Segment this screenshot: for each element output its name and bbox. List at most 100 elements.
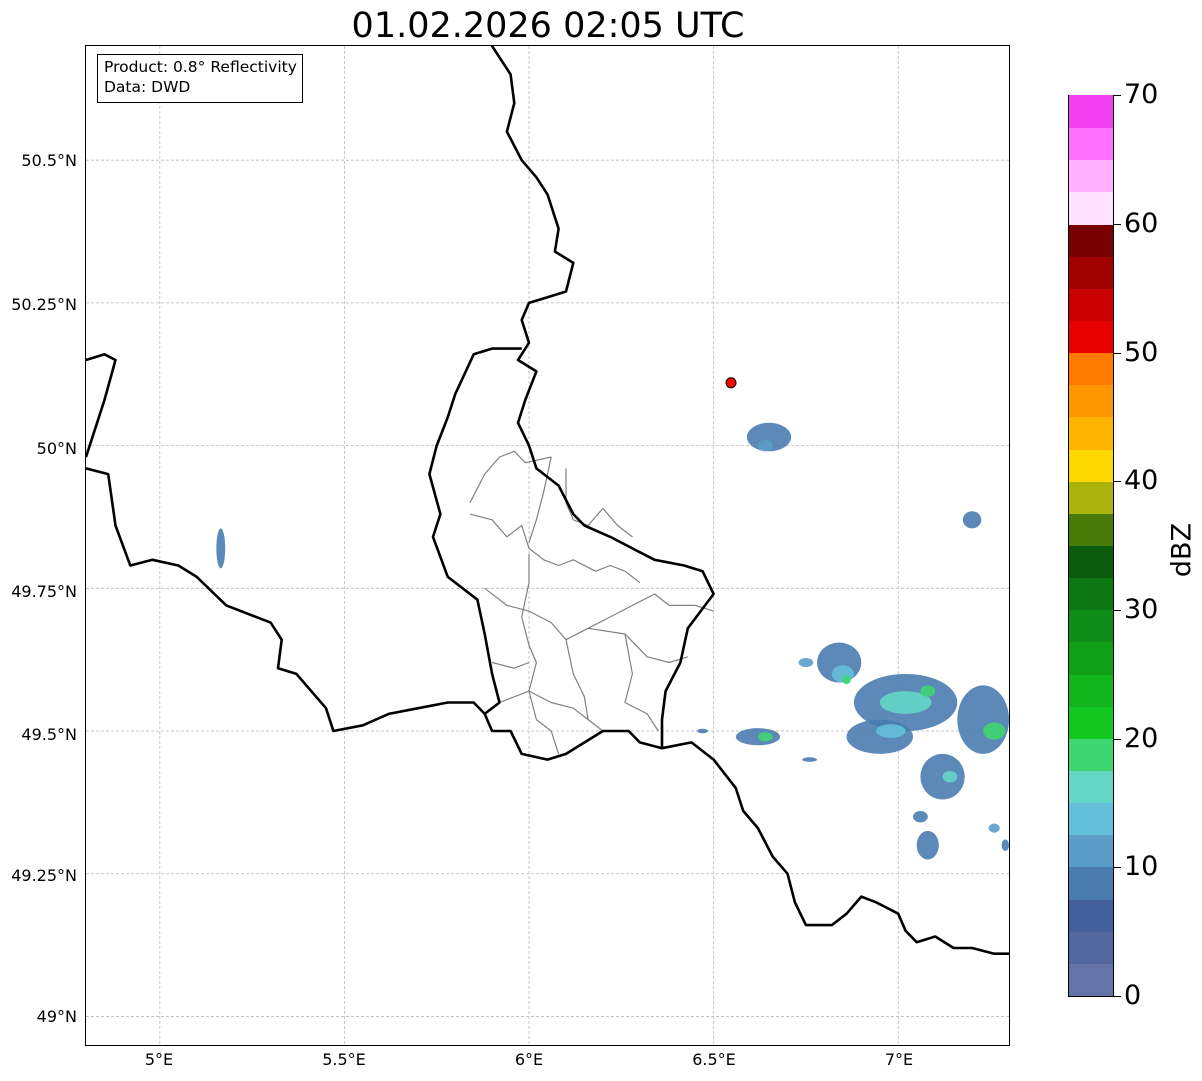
colorbar <box>1068 95 1114 997</box>
lat-label: 49°N <box>36 1007 77 1026</box>
lon-label: 7°E <box>884 1050 914 1069</box>
lat-label: 49.75°N <box>11 582 77 601</box>
canton-border <box>588 627 688 664</box>
colorbar-tick <box>1114 224 1121 225</box>
colorbar-segment <box>1069 95 1113 129</box>
colorbar-segment <box>1069 577 1113 611</box>
canton-border <box>565 468 633 538</box>
colorbar-segment <box>1069 448 1113 482</box>
lon-label: 6.5°E <box>692 1050 736 1069</box>
colorbar-tick <box>1114 610 1121 611</box>
radar-echo <box>913 810 928 823</box>
canton-border <box>469 450 552 503</box>
colorbar-segment <box>1069 770 1113 804</box>
canton-border <box>491 661 530 669</box>
canton-border <box>469 513 641 584</box>
colorbar-unit-label: dBZ <box>1166 522 1198 578</box>
lat-label: 50°N <box>36 439 77 458</box>
radar-echo <box>916 830 939 860</box>
colorbar-segment <box>1069 384 1113 418</box>
radar-echo <box>842 675 851 685</box>
canton-borders <box>469 450 714 755</box>
national-borders <box>86 46 1009 956</box>
colorbar-tick <box>1114 996 1121 997</box>
colorbar-segment <box>1069 287 1113 321</box>
radar-echo <box>983 722 1006 740</box>
colorbar-segment <box>1069 673 1113 707</box>
radar-echo <box>757 439 773 452</box>
radar-echo <box>216 528 226 569</box>
canton-border <box>521 554 560 755</box>
lat-label: 49.5°N <box>21 725 77 744</box>
radar-echo <box>988 823 1000 833</box>
info-box: Product: 0.8° Reflectivity Data: DWD <box>97 54 303 103</box>
radar-echo <box>1001 839 1009 851</box>
colorbar-label: 20 <box>1124 723 1159 754</box>
lon-label: 5°E <box>144 1050 174 1069</box>
colorbar-segment <box>1069 320 1113 354</box>
colorbar-segment <box>1069 512 1113 546</box>
colorbar-segment <box>1069 705 1113 739</box>
radar-echo <box>942 770 958 783</box>
colorbar-tick <box>1114 739 1121 740</box>
national-border <box>428 347 522 715</box>
colorbar-tick <box>1114 481 1121 482</box>
map-title: 01.02.2026 02:05 UTC <box>351 6 745 46</box>
source-label: Data: DWD <box>104 78 191 96</box>
colorbar-tick <box>1114 95 1121 96</box>
colorbar-segment <box>1069 962 1113 996</box>
colorbar-unit: dBZ <box>1162 523 1202 577</box>
colorbar-segment <box>1069 480 1113 514</box>
lat-label: 50.5°N <box>21 151 77 170</box>
radar-echo <box>876 724 906 738</box>
colorbar-segment <box>1069 127 1113 161</box>
radar-echo <box>798 657 814 668</box>
product-label: Product: 0.8° Reflectivity <box>104 58 297 76</box>
lon-label: 5.5°E <box>322 1050 366 1069</box>
colorbar-segment <box>1069 352 1113 386</box>
radar-echo <box>846 719 914 754</box>
colorbar-label: 50 <box>1124 337 1159 368</box>
colorbar-segment <box>1069 159 1113 193</box>
radar-site-marker <box>725 377 737 389</box>
colorbar-segment <box>1069 802 1113 836</box>
colorbar-segment <box>1069 545 1113 579</box>
colorbar-segment <box>1069 223 1113 257</box>
colorbar-segment <box>1069 255 1113 289</box>
map-frame <box>85 45 1010 1046</box>
colorbar-label: 40 <box>1124 465 1159 496</box>
radar-echo <box>957 685 1009 754</box>
colorbar-segment <box>1069 641 1113 675</box>
lat-label: 50.25°N <box>11 295 77 314</box>
radar-echo <box>962 511 982 529</box>
colorbar-segment <box>1069 866 1113 900</box>
colorbar-tick <box>1114 353 1121 354</box>
colorbar-segment <box>1069 930 1113 964</box>
colorbar-segment <box>1069 834 1113 868</box>
colorbar-tick <box>1114 867 1121 868</box>
colorbar-label: 60 <box>1124 208 1159 239</box>
radar-echoes <box>216 422 1009 860</box>
lat-label: 49.25°N <box>11 866 77 885</box>
colorbar-segment <box>1069 898 1113 932</box>
colorbar-label: 10 <box>1124 851 1159 882</box>
colorbar-segment <box>1069 609 1113 643</box>
canton-border <box>484 587 714 641</box>
radar-site <box>725 377 737 389</box>
lon-label: 6°E <box>514 1050 544 1069</box>
colorbar-label: 30 <box>1124 594 1159 625</box>
colorbar-segment <box>1069 737 1113 771</box>
national-border <box>490 46 715 749</box>
radar-echo <box>735 728 781 746</box>
national-border <box>86 352 117 458</box>
radar-echo <box>697 728 709 734</box>
colorbar-segment <box>1069 191 1113 225</box>
colorbar-label: 70 <box>1124 79 1159 110</box>
colorbar-segment <box>1069 416 1113 450</box>
map-canvas <box>86 46 1009 1045</box>
canton-border <box>499 690 589 721</box>
canton-border <box>624 633 659 732</box>
radar-echo <box>920 685 936 697</box>
radar-echo <box>802 757 818 762</box>
colorbar-label: 0 <box>1124 980 1142 1011</box>
